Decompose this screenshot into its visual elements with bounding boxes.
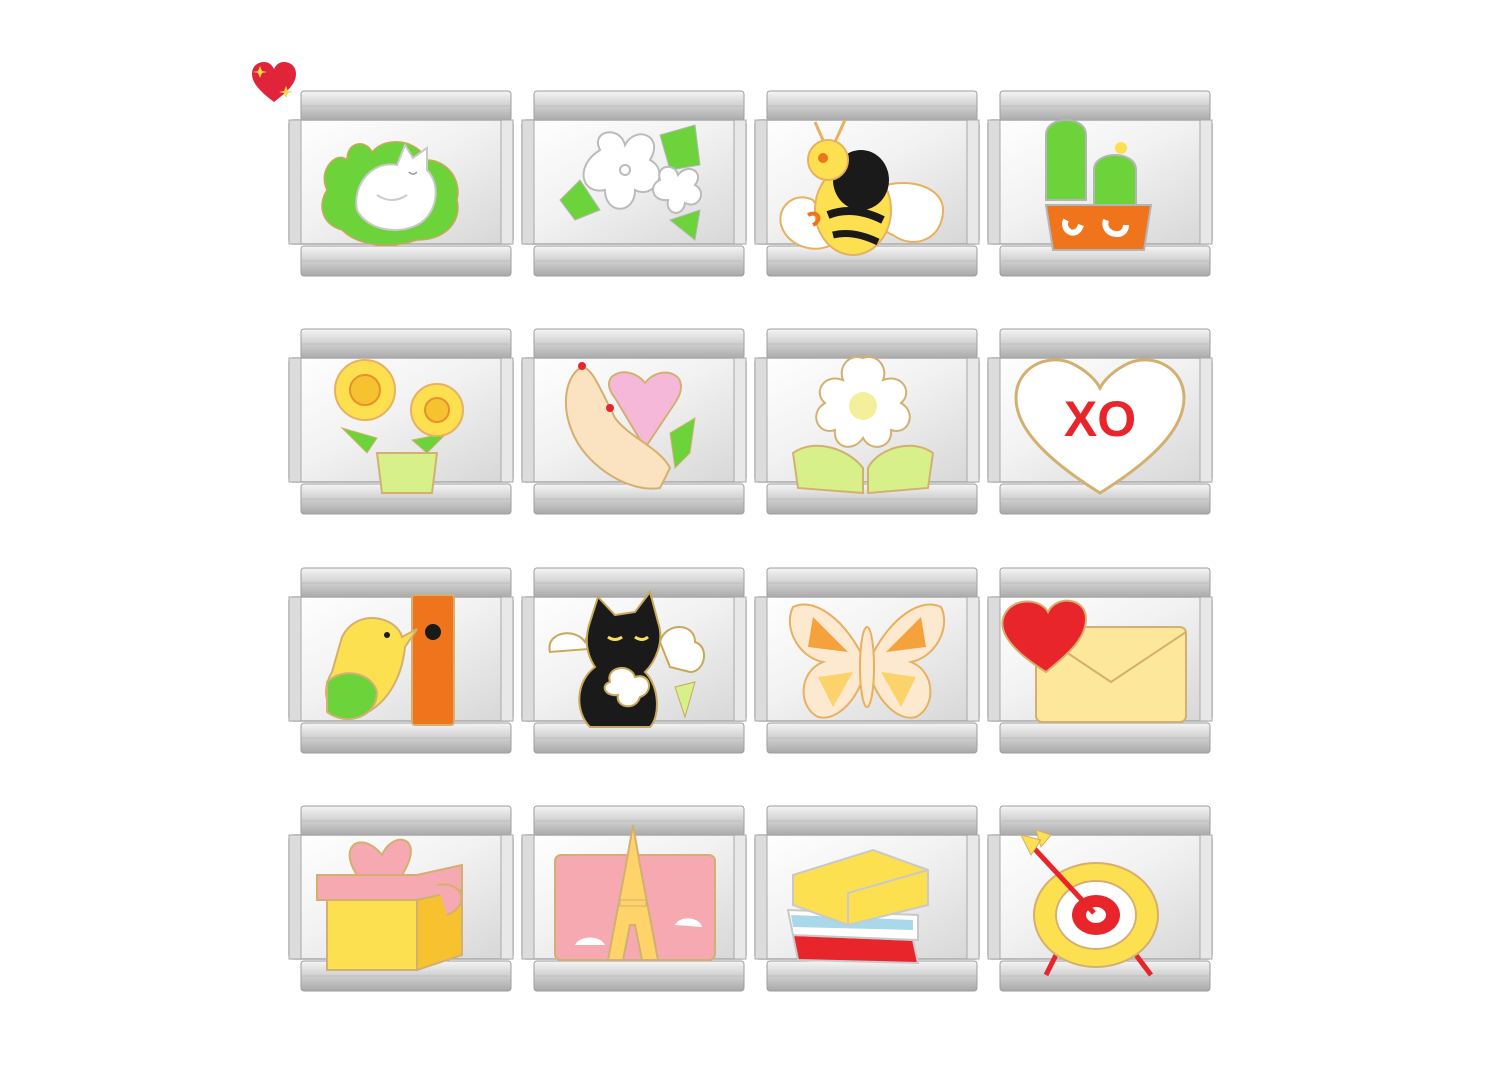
charm-target[interactable]	[986, 805, 1214, 993]
charm-cactus[interactable]	[986, 90, 1214, 278]
charm-butterfly[interactable]	[753, 567, 981, 755]
xo-text: XO	[1064, 391, 1136, 447]
charm-black-cat[interactable]	[520, 567, 748, 755]
charm-sunflowers[interactable]	[287, 328, 515, 516]
charm-xo-heart[interactable]: XO	[986, 328, 1214, 516]
charm-gift[interactable]	[287, 805, 515, 993]
charm-hand-heart[interactable]	[520, 328, 748, 516]
charm-bee[interactable]	[753, 90, 981, 278]
charm-grid: XO	[287, 90, 1217, 995]
charm-white-flowers[interactable]	[520, 90, 748, 278]
charm-love-letter[interactable]	[986, 567, 1214, 755]
charm-bird-house[interactable]	[287, 567, 515, 755]
charm-eiffel[interactable]	[520, 805, 748, 993]
charm-books[interactable]	[753, 805, 981, 993]
charm-daisy[interactable]	[753, 328, 981, 516]
charm-cat-on-leaf[interactable]	[287, 90, 515, 278]
